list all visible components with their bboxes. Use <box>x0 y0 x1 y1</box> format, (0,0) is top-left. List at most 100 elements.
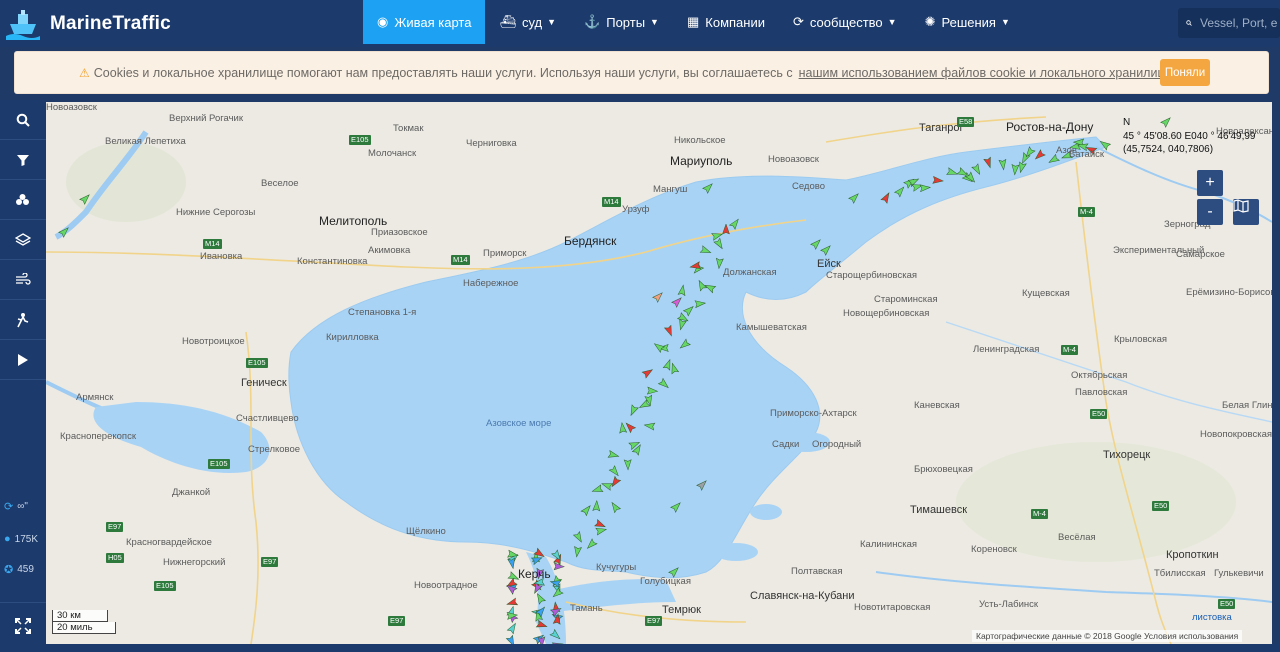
vessel-marker[interactable] <box>670 500 683 513</box>
vessel-marker[interactable] <box>678 338 691 351</box>
vessel-marker[interactable] <box>652 341 666 354</box>
vessel-marker[interactable] <box>663 324 674 337</box>
vessel-marker[interactable] <box>549 628 562 642</box>
vessel-marker[interactable] <box>628 404 639 417</box>
vessel-marker[interactable] <box>971 163 983 176</box>
vessel-marker[interactable] <box>1033 149 1046 162</box>
vessel-marker[interactable] <box>623 459 632 471</box>
vessel-marker[interactable] <box>618 421 628 434</box>
vessel-marker[interactable] <box>810 237 823 250</box>
vessel-marker[interactable] <box>880 191 892 204</box>
vessel-marker[interactable] <box>893 185 907 198</box>
vessel-marker[interactable] <box>677 318 687 331</box>
road-shield: E97 <box>106 522 124 532</box>
visible-vessels-stat[interactable]: ✪ 459 <box>4 563 34 576</box>
vessel-marker[interactable] <box>1017 161 1027 174</box>
vessel-marker[interactable] <box>609 475 622 488</box>
map-label: Никольское <box>674 135 726 146</box>
live-map[interactable]: Ростов-на-Дону Таганрог Мариуполь Мелитопол… <box>46 102 1272 644</box>
vessel-marker[interactable] <box>646 386 659 395</box>
vessel-marker[interactable] <box>702 181 715 194</box>
ship-icon: ⛴ <box>499 14 516 29</box>
nav-companies[interactable]: ▦ Компании <box>673 0 779 44</box>
vessel-marker[interactable] <box>728 217 741 230</box>
sidebar-tracks-button[interactable] <box>0 300 46 340</box>
vessel-marker[interactable] <box>641 367 654 379</box>
vessel-marker[interactable] <box>58 225 71 238</box>
sidebar-filter-button[interactable] <box>0 140 46 180</box>
vessel-marker[interactable] <box>919 184 931 193</box>
vessel-marker[interactable] <box>505 634 517 644</box>
vessel-marker[interactable] <box>713 237 725 250</box>
vessel-marker[interactable] <box>643 422 656 431</box>
search-box[interactable] <box>1178 8 1280 38</box>
zoom-in-button[interactable]: + <box>1197 170 1223 196</box>
map-label: Славянск-на-Кубани <box>750 590 855 602</box>
vessel-marker[interactable] <box>609 500 622 514</box>
map-type-link[interactable]: листовка <box>1192 612 1232 623</box>
vessel-marker[interactable] <box>652 290 665 303</box>
brand-logo[interactable]: MarineTraffic <box>6 6 171 42</box>
vessel-marker[interactable] <box>592 499 601 512</box>
vessel-marker[interactable] <box>535 619 548 630</box>
vessel-marker[interactable] <box>580 503 593 517</box>
map-label: Приморск <box>483 248 527 259</box>
sidebar-layers-button[interactable] <box>0 220 46 260</box>
cookie-accept-button[interactable]: Поняли <box>1160 59 1210 86</box>
vessel-search-input[interactable] <box>1200 16 1280 30</box>
map-label: Седово <box>792 181 825 192</box>
nav-live-map[interactable]: ◉ Живая карта <box>363 0 486 44</box>
road-shield: E97 <box>645 616 663 626</box>
vessel-marker[interactable] <box>820 243 833 256</box>
vessel-marker[interactable] <box>657 377 670 390</box>
cookie-policy-link[interactable]: нашим использованием файлов cookie и лок… <box>799 66 1175 80</box>
vessel-marker[interactable] <box>696 279 708 292</box>
vessel-marker[interactable] <box>506 597 519 608</box>
vessel-marker[interactable] <box>607 449 620 459</box>
vessel-marker[interactable] <box>591 484 604 495</box>
vessel-marker[interactable] <box>534 592 546 605</box>
vessel-count-stat[interactable]: ● 175K <box>4 533 38 545</box>
vessel-marker[interactable] <box>677 284 687 297</box>
vessel-marker[interactable] <box>669 362 680 375</box>
vessel-marker[interactable] <box>671 295 684 308</box>
vessel-marker[interactable] <box>79 192 92 205</box>
map-label: Новоотрадное <box>414 580 478 591</box>
vessel-marker[interactable] <box>682 304 695 317</box>
vessel-marker[interactable] <box>585 538 598 551</box>
sidebar-weather-button[interactable] <box>0 260 46 300</box>
nav-ports[interactable]: ⚓ Порты ▼ <box>570 0 673 44</box>
vessel-marker[interactable] <box>998 158 1007 171</box>
nav-solutions[interactable]: ✺ Решения ▼ <box>911 0 1024 44</box>
nav-vessels[interactable]: ⛴ суд ▼ <box>485 0 570 44</box>
vessel-marker[interactable] <box>946 167 959 178</box>
vessel-marker[interactable] <box>573 545 582 558</box>
vessel-marker[interactable] <box>608 465 621 478</box>
vessel-marker[interactable] <box>932 175 944 184</box>
vessel-marker[interactable] <box>572 531 584 544</box>
vessel-marker[interactable] <box>848 191 861 204</box>
refresh-rate-stat[interactable]: ⟳ ∞" <box>4 500 28 513</box>
vessel-marker[interactable] <box>696 478 709 491</box>
vessel-marker[interactable] <box>595 526 608 536</box>
zoom-out-button[interactable]: - <box>1197 199 1223 225</box>
vessel-marker[interactable] <box>1011 164 1020 176</box>
sidebar-vessel-groups-button[interactable] <box>0 180 46 220</box>
vessel-marker[interactable] <box>1047 153 1060 165</box>
lightbulb-icon: ✺ <box>924 14 936 29</box>
sidebar-search-button[interactable] <box>0 100 46 140</box>
vessel-marker[interactable] <box>722 223 730 235</box>
vessel-marker[interactable] <box>983 156 994 169</box>
map-label: Батайск <box>1069 149 1105 160</box>
vessel-marker[interactable] <box>711 231 724 241</box>
vessel-marker[interactable] <box>694 300 707 309</box>
vessel-marker[interactable] <box>601 480 614 491</box>
nav-community[interactable]: ⟳ сообщество ▼ <box>779 0 911 44</box>
map-type-button[interactable] <box>1233 199 1259 225</box>
vessel-marker[interactable] <box>699 245 712 256</box>
vessel-marker[interactable] <box>506 622 518 635</box>
fullscreen-button[interactable] <box>0 602 46 648</box>
road-shield: H05 <box>106 553 124 563</box>
sidebar-playback-button[interactable] <box>0 340 46 380</box>
vessel-marker[interactable] <box>662 358 673 371</box>
